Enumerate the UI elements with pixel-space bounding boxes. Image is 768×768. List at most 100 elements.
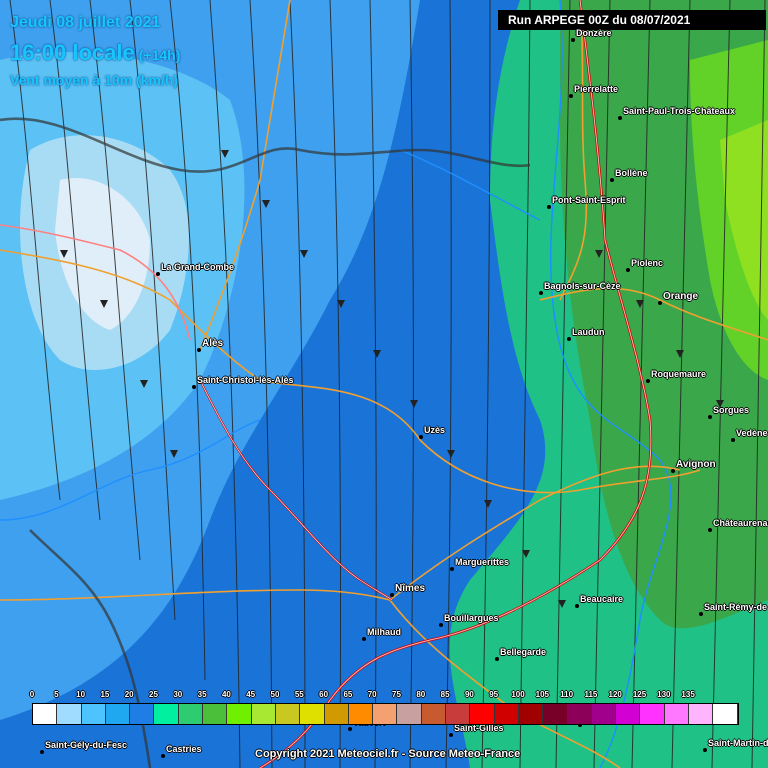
- legend-swatch: [300, 704, 325, 724]
- legend-tick-label: 15: [100, 690, 110, 699]
- legend-swatch: [616, 704, 641, 724]
- legend-tick-label: 20: [124, 690, 134, 699]
- city-label: Saint-Paul-Trois-Châteaux: [623, 106, 736, 116]
- forecast-offset: (+14h): [138, 47, 181, 63]
- city-label: Saint-Martin-de: [708, 738, 768, 748]
- city-dot: [439, 623, 443, 627]
- legend-swatch: [275, 704, 301, 724]
- city-dot: [539, 291, 543, 295]
- city-dot: [575, 604, 579, 608]
- legend-tick-label: 0: [29, 690, 35, 699]
- legend-tick-label: 45: [246, 690, 256, 699]
- legend-swatch: [130, 704, 155, 724]
- legend-swatch: [518, 704, 544, 724]
- legend-swatch: [373, 704, 398, 724]
- legend-tick-label: 105: [535, 690, 549, 699]
- forecast-date: Jeudi 08 juillet 2021: [10, 14, 161, 31]
- city-label: Nîmes: [395, 583, 426, 594]
- city-label: Pont-Saint-Esprit: [552, 195, 626, 205]
- legend-tick-label: 135: [681, 690, 695, 699]
- legend-tick-label: 40: [221, 690, 231, 699]
- legend-tick-label: 90: [464, 690, 474, 699]
- city-label: Bollène: [615, 168, 648, 178]
- legend-tick-label: 10: [76, 690, 86, 699]
- city-dot: [646, 379, 650, 383]
- city-dot: [156, 272, 160, 276]
- legend-tick-label: 60: [319, 690, 329, 699]
- legend-swatch: [203, 704, 228, 724]
- city-dot: [610, 178, 614, 182]
- legend-swatch: [105, 704, 131, 724]
- city-dot: [362, 637, 366, 641]
- city-label: Bouillargues: [444, 613, 499, 623]
- city-label: Saint-Rémy-de: [704, 602, 768, 612]
- legend-swatch: [81, 704, 106, 724]
- forecast-time: 16:00 locale (+14h): [10, 40, 180, 66]
- run-label: Run ARPEGE 00Z du 08/07/2021: [498, 10, 766, 30]
- city-label: Milhaud: [367, 627, 401, 637]
- city-dot: [348, 727, 352, 731]
- legend-swatch: [543, 704, 568, 724]
- city-label: Saint-Gély-du-Fesc: [45, 740, 128, 750]
- legend-tick-label: 115: [584, 690, 598, 699]
- legend-swatch: [494, 704, 519, 724]
- legend-swatch: [689, 704, 714, 724]
- legend-tick-label: 125: [632, 690, 647, 699]
- city-label: Sorgues: [713, 405, 750, 415]
- legend-tick-label: 120: [608, 690, 622, 699]
- legend-tick-label: 5: [54, 690, 59, 699]
- city-dot: [699, 612, 703, 616]
- variable-label: Vent moyen à 10m (km/h): [10, 72, 179, 88]
- city-label: Bagnols-sur-Cèze: [544, 281, 621, 291]
- city-dot: [703, 748, 707, 752]
- legend-swatch: [664, 704, 690, 724]
- city-label: Orange: [663, 291, 699, 302]
- legend-swatch: [178, 704, 204, 724]
- city-label: Piolenc: [631, 258, 664, 268]
- city-dot: [708, 528, 712, 532]
- legend-tick-label: 75: [392, 690, 401, 699]
- legend-swatch: [640, 704, 665, 724]
- city-dot: [450, 567, 454, 571]
- city-dot: [419, 435, 423, 439]
- legend-tick-label: 95: [489, 690, 499, 699]
- city-label: La Grand-Combe: [161, 262, 235, 272]
- legend-tick-label: 130: [657, 690, 671, 699]
- legend-tick-label: 35: [197, 690, 207, 699]
- city-dot: [192, 385, 196, 389]
- city-dot: [658, 301, 662, 305]
- city-dot: [197, 348, 201, 352]
- legend-swatch: [57, 704, 82, 724]
- city-dot: [495, 657, 499, 661]
- legend-swatch: [446, 704, 471, 724]
- city-dot: [731, 438, 735, 442]
- city-label: Avignon: [676, 459, 716, 470]
- city-dot: [567, 337, 571, 341]
- copyright-text: Copyright 2021 Meteociel.fr - Source Met…: [255, 748, 521, 760]
- city-label: Alès: [202, 338, 224, 349]
- city-label: Uzès: [424, 425, 446, 435]
- legend-swatch: [591, 704, 617, 724]
- city-dot: [547, 205, 551, 209]
- legend-swatch: [348, 704, 374, 724]
- city-label: Châteaurenard: [713, 518, 768, 528]
- legend-swatch: [324, 704, 349, 724]
- legend-tick-label: 25: [149, 690, 158, 699]
- legend-swatch: [470, 704, 495, 724]
- legend-tick-label: 85: [440, 690, 450, 699]
- legend-swatch: [227, 704, 252, 724]
- legend-tick-label: 80: [416, 690, 426, 699]
- city-dot: [161, 754, 165, 758]
- city-label: Saint-Christol-lès-Alès: [197, 375, 294, 385]
- legend-tick-label: 110: [560, 690, 574, 699]
- city-dot: [626, 268, 630, 272]
- city-label: Vedène: [736, 428, 768, 438]
- legend-tick-label: 50: [270, 690, 280, 699]
- legend-tick-label: 30: [173, 690, 183, 699]
- color-scale-legend: 0 5 10 15 20 25 30 35 40 45 50 55 60 65 70 75 80 85 90 95 10…: [29, 690, 739, 726]
- city-label: Laudun: [572, 327, 605, 337]
- legend-tick-label: 100: [511, 690, 525, 699]
- legend-swatch: [713, 704, 738, 724]
- city-dot: [390, 593, 394, 597]
- legend-swatch: [567, 704, 592, 724]
